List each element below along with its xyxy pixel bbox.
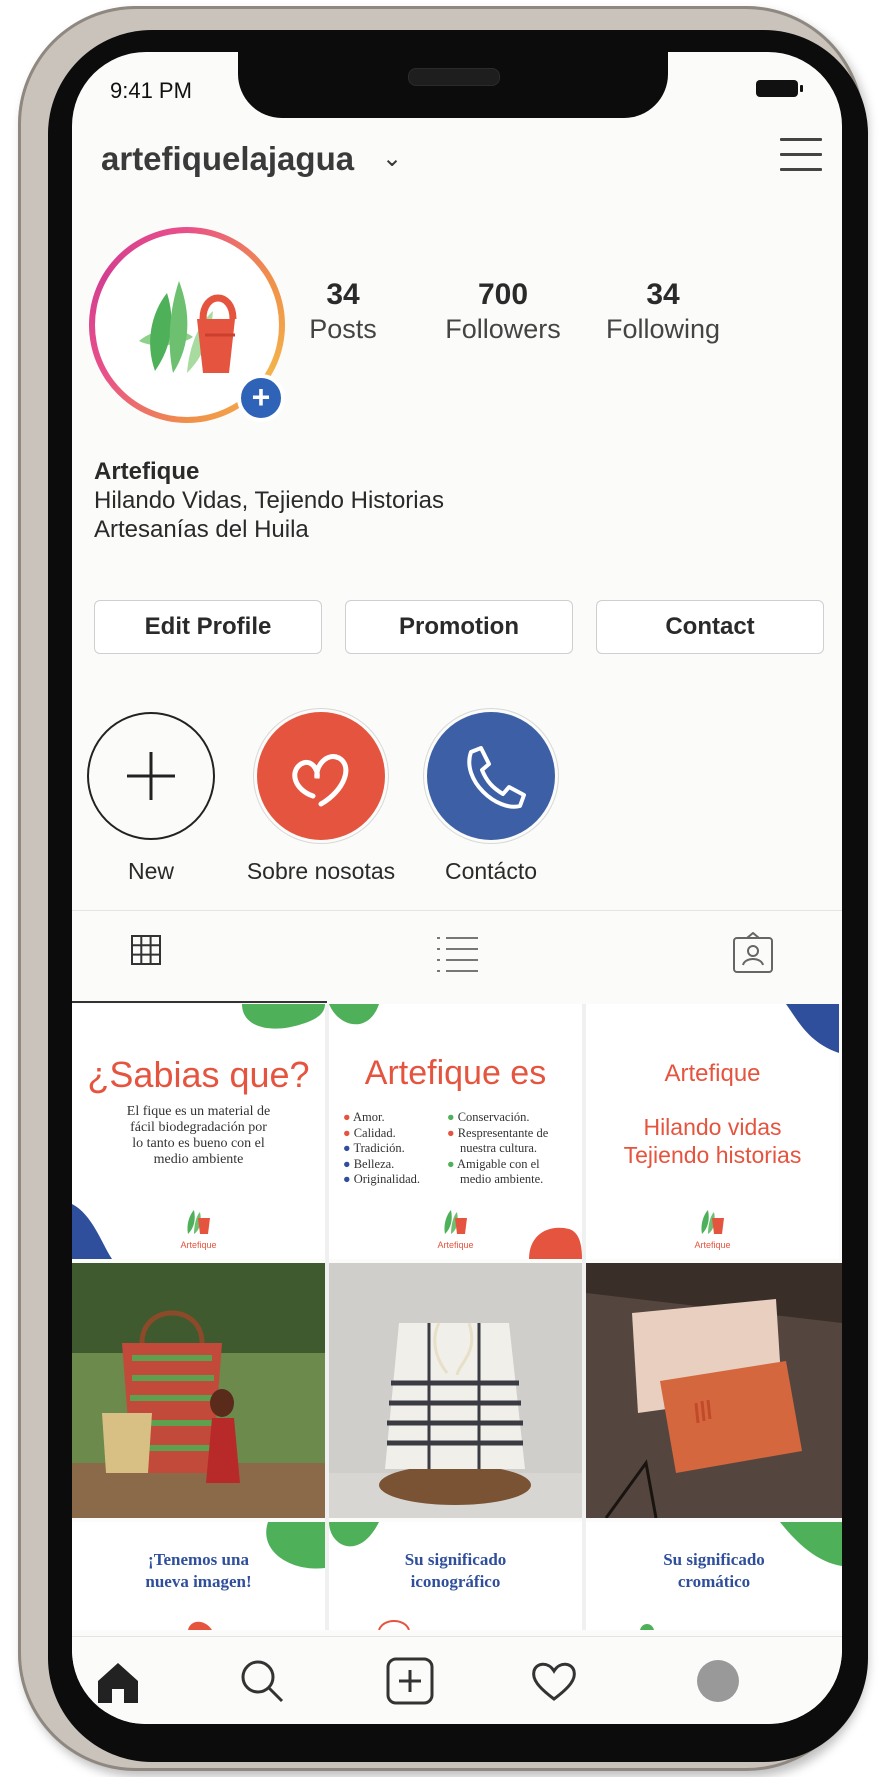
- highlight-sobre-nosotas[interactable]: Sobre nosotas: [236, 712, 406, 885]
- bio-line-2: Artesanías del Huila: [94, 516, 309, 543]
- post-text: medio ambiente: [153, 1152, 244, 1167]
- heart-swirl-icon: [257, 712, 385, 840]
- post-photo-clutches[interactable]: [586, 1263, 842, 1518]
- post-line: Su significado: [404, 1550, 507, 1569]
- status-time: 9:41 PM: [110, 78, 192, 103]
- followers-count: 700: [477, 278, 529, 311]
- search-icon[interactable]: [236, 1655, 288, 1707]
- post-text: lo tanto es bueno con el: [132, 1136, 265, 1151]
- post-line: Tejiendo historias: [623, 1142, 802, 1168]
- profile-name: Artefique: [94, 458, 200, 485]
- post-significado-cromatico[interactable]: Su significado cromático: [586, 1522, 842, 1630]
- home-icon[interactable]: [92, 1655, 144, 1707]
- list-item: ● Amor.: [343, 1110, 385, 1124]
- post-title: Artefique: [664, 1060, 761, 1087]
- list-item: nuestra cultura.: [460, 1141, 538, 1155]
- post-hilando-vidas[interactable]: Artefique Hilando vidas Tejiendo histori…: [586, 1004, 839, 1259]
- post-line: nueva imagen!: [145, 1572, 252, 1591]
- list-item: ● Amigable con el: [447, 1156, 540, 1171]
- stat-following[interactable]: 34 Following: [588, 278, 738, 345]
- list-item: ● Belleza.: [343, 1156, 395, 1171]
- contact-button[interactable]: Contact: [596, 600, 824, 654]
- artefique-small-logo: [187, 1210, 210, 1234]
- bio-line-1: Hilando Vidas, Tejiendo Historias: [94, 487, 444, 514]
- post-artefique-es[interactable]: Artefique es ● Amor. ● Calidad. ● Tradic…: [329, 1004, 582, 1259]
- list-item: ● Respresentante de: [447, 1125, 549, 1140]
- posts-label: Posts: [309, 314, 377, 344]
- post-line: iconográfico: [410, 1572, 501, 1591]
- stat-posts[interactable]: 34 Posts: [268, 278, 418, 345]
- list-item: ● Originalidad.: [343, 1172, 420, 1186]
- logo-caption: Artefique: [180, 1240, 217, 1250]
- profile-bio: Artefique Hilando Vidas, Tejiendo Histor…: [94, 457, 444, 544]
- battery-icon: [756, 80, 803, 97]
- list-item: medio ambiente.: [460, 1172, 544, 1186]
- chevron-down-icon[interactable]: ⌄: [382, 144, 402, 173]
- active-tab-indicator: [72, 1001, 327, 1003]
- logo-caption: Artefique: [694, 1240, 731, 1250]
- heart-icon[interactable]: [528, 1655, 580, 1707]
- list-view-icon[interactable]: [436, 932, 478, 972]
- tabs-divider: [72, 910, 842, 911]
- list-item: ● Conservación.: [447, 1110, 530, 1124]
- post-line: Hilando vidas: [643, 1114, 782, 1140]
- post-title: ¿Sabias que?: [87, 1054, 310, 1095]
- posts-grid: ¿Sabias que? El fique es un material de …: [72, 1004, 842, 1630]
- speaker: [408, 68, 500, 86]
- phone-icon: [427, 712, 555, 840]
- profile-avatar-icon[interactable]: [692, 1655, 744, 1707]
- highlight-label: Contácto: [444, 858, 538, 884]
- post-line: ¡Tenemos una: [148, 1550, 249, 1569]
- profile-username[interactable]: artefiquelajagua: [101, 140, 354, 178]
- stat-followers[interactable]: 700 Followers: [428, 278, 578, 345]
- highlight-label: Sobre nosotas: [246, 858, 396, 884]
- phone-screen: 9:41 PM artefiquelajagua ⌄ + 34 Posts 70…: [72, 52, 842, 1724]
- add-story-plus-icon[interactable]: +: [237, 374, 285, 422]
- tagged-icon[interactable]: [732, 931, 773, 973]
- logo-caption: Artefique: [437, 1240, 474, 1250]
- new-post-icon[interactable]: [384, 1655, 436, 1707]
- post-sabias-que[interactable]: ¿Sabias que? El fique es un material de …: [72, 1004, 325, 1259]
- post-photo-drawstring-bag[interactable]: [329, 1263, 582, 1518]
- bottom-navigation: [72, 1636, 842, 1724]
- hamburger-menu-icon[interactable]: [780, 138, 822, 178]
- highlight-new[interactable]: New: [72, 712, 236, 885]
- post-title: Artefique es: [364, 1054, 547, 1092]
- post-significado-iconografico[interactable]: Su significado iconográfico: [329, 1522, 582, 1630]
- following-label: Following: [605, 314, 721, 344]
- edit-profile-button[interactable]: Edit Profile: [94, 600, 322, 654]
- highlight-contacto[interactable]: Contácto: [406, 712, 576, 885]
- post-text: fácil biodegradación por: [130, 1120, 267, 1135]
- plus-icon: [87, 712, 215, 840]
- grid-icon[interactable]: [128, 932, 168, 972]
- artefique-small-logo: [444, 1210, 467, 1234]
- post-nueva-imagen[interactable]: ¡Tenemos una nueva imagen!: [72, 1522, 325, 1630]
- highlight-label: New: [127, 858, 174, 884]
- post-photo-bags-doll[interactable]: [72, 1263, 325, 1518]
- posts-count: 34: [326, 278, 360, 311]
- post-text: El fique es un material de: [126, 1104, 271, 1119]
- list-item: ● Calidad.: [343, 1125, 396, 1140]
- notch: [238, 52, 668, 118]
- promotion-button[interactable]: Promotion: [345, 600, 573, 654]
- followers-label: Followers: [445, 314, 561, 344]
- following-count: 34: [646, 278, 680, 311]
- artefique-small-logo: [701, 1210, 724, 1234]
- post-line: cromático: [677, 1572, 751, 1591]
- post-line: Su significado: [663, 1550, 765, 1569]
- list-item: ● Tradición.: [343, 1141, 405, 1155]
